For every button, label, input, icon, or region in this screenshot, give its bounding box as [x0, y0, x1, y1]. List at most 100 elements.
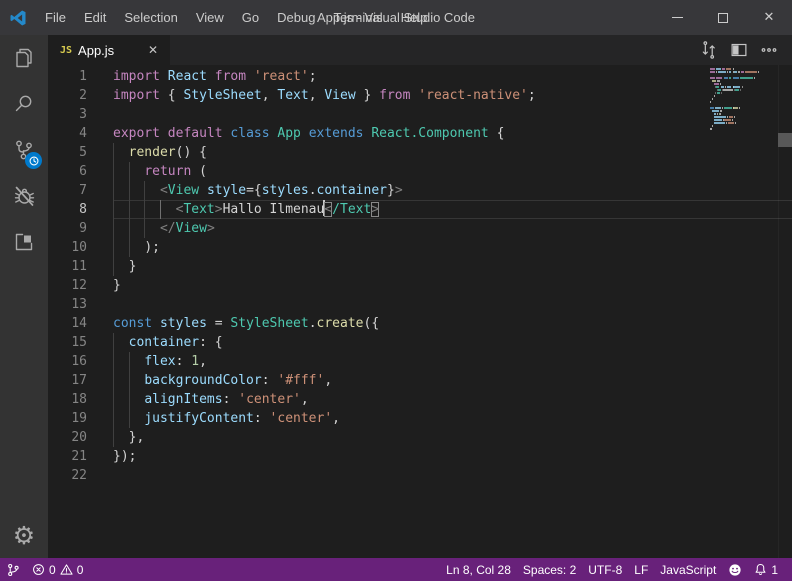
line-number-21[interactable]: 21 [48, 447, 113, 466]
line-number-3[interactable]: 3 [48, 105, 113, 124]
minimize-button[interactable] [654, 0, 700, 35]
code-line-10[interactable]: 10 ); [48, 238, 792, 257]
search-icon[interactable] [0, 81, 48, 127]
code-line-7[interactable]: 7 <View style={styles.container}> [48, 181, 792, 200]
line-number-17[interactable]: 17 [48, 371, 113, 390]
code-line-19[interactable]: 19 justifyContent: 'center', [48, 409, 792, 428]
notifications-bell-item[interactable]: 1 [748, 558, 784, 581]
line-number-11[interactable]: 11 [48, 257, 113, 276]
line-number-19[interactable]: 19 [48, 409, 113, 428]
problems-item[interactable]: 0 0 [26, 558, 89, 581]
indent-guide [113, 162, 114, 181]
line-number-7[interactable]: 7 [48, 181, 113, 200]
code-content-6: return ( [113, 162, 792, 181]
minimap-line-segment [714, 83, 719, 85]
code-line-8[interactable]: 8 <Text>Hallo Ilmenau</Text> [48, 200, 792, 219]
code-line-3[interactable]: 3 [48, 105, 792, 124]
indent-guide [160, 200, 161, 219]
code-line-16[interactable]: 16 flex: 1, [48, 352, 792, 371]
line-number-8[interactable]: 8 [48, 200, 113, 219]
debug-icon[interactable] [0, 173, 48, 219]
line-number-9[interactable]: 9 [48, 219, 113, 238]
line-number-5[interactable]: 5 [48, 143, 113, 162]
git-branch-item[interactable] [0, 558, 26, 581]
line-number-18[interactable]: 18 [48, 390, 113, 409]
line-number-20[interactable]: 20 [48, 428, 113, 447]
code-content-17: backgroundColor: '#fff', [113, 371, 792, 390]
code-content-8: <Text>Hallo Ilmenau</Text> [113, 200, 792, 219]
minimap-line-segment [727, 86, 731, 88]
indent-guide [129, 371, 130, 390]
menu-edit[interactable]: Edit [75, 0, 115, 35]
line-number-22[interactable]: 22 [48, 466, 113, 485]
indent-guide [129, 162, 130, 181]
open-changes-icon[interactable] [694, 35, 724, 65]
minimap-line-segment [712, 110, 719, 112]
minimap-line-segment [710, 101, 711, 103]
line-number-10[interactable]: 10 [48, 238, 113, 257]
line-number-13[interactable]: 13 [48, 295, 113, 314]
eol-item[interactable]: LF [628, 558, 654, 581]
code-line-4[interactable]: 4export default class App extends React.… [48, 124, 792, 143]
tab-close-icon[interactable]: ✕ [144, 41, 162, 59]
minimap-line-segment [733, 68, 734, 70]
menu-file[interactable]: File [36, 0, 75, 35]
maximize-button[interactable] [700, 0, 746, 35]
minimap-line-segment [720, 110, 722, 112]
extensions-icon[interactable] [0, 219, 48, 265]
code-editor[interactable]: 1import React from 'react';2import { Sty… [48, 65, 792, 558]
indent-guide [113, 428, 114, 447]
line-number-12[interactable]: 12 [48, 276, 113, 295]
code-line-13[interactable]: 13 [48, 295, 792, 314]
code-line-9[interactable]: 9 </View> [48, 219, 792, 238]
language-mode-item[interactable]: JavaScript [654, 558, 722, 581]
indent-guide [129, 219, 130, 238]
indent-guide [113, 219, 114, 238]
gear-icon[interactable]: ⚙ [0, 512, 48, 558]
line-number-1[interactable]: 1 [48, 67, 113, 86]
code-line-5[interactable]: 5 render() { [48, 143, 792, 162]
source-control-icon[interactable] [0, 127, 48, 173]
cursor-position-item[interactable]: Ln 8, Col 28 [440, 558, 517, 581]
code-line-11[interactable]: 11 } [48, 257, 792, 276]
minimap[interactable] [710, 68, 776, 148]
code-line-14[interactable]: 14const styles = StyleSheet.create({ [48, 314, 792, 333]
code-line-20[interactable]: 20 }, [48, 428, 792, 447]
code-line-17[interactable]: 17 backgroundColor: '#fff', [48, 371, 792, 390]
code-content-1: import React from 'react'; [113, 67, 792, 86]
code-line-1[interactable]: 1import React from 'react'; [48, 67, 792, 86]
minimap-line-segment [718, 71, 726, 73]
menu-go[interactable]: Go [233, 0, 268, 35]
code-line-18[interactable]: 18 alignItems: 'center', [48, 390, 792, 409]
menu-selection[interactable]: Selection [115, 0, 186, 35]
minimap-line-segment [735, 89, 739, 91]
feedback-smiley-icon[interactable] [722, 558, 748, 581]
code-content-13 [113, 295, 792, 314]
line-number-14[interactable]: 14 [48, 314, 113, 333]
tab-appjs[interactable]: JS App.js ✕ [48, 35, 170, 65]
line-number-4[interactable]: 4 [48, 124, 113, 143]
code-line-22[interactable]: 22 [48, 466, 792, 485]
minimap-line-segment [721, 92, 722, 94]
line-number-2[interactable]: 2 [48, 86, 113, 105]
line-number-16[interactable]: 16 [48, 352, 113, 371]
code-line-6[interactable]: 6 return ( [48, 162, 792, 181]
minimap-line-segment [735, 122, 736, 124]
indentation-item[interactable]: Spaces: 2 [517, 558, 582, 581]
more-actions-icon[interactable] [754, 35, 784, 65]
encoding-item[interactable]: UTF-8 [582, 558, 628, 581]
code-line-2[interactable]: 2import { StyleSheet, Text, View } from … [48, 86, 792, 105]
split-editor-icon[interactable] [724, 35, 754, 65]
close-button[interactable]: ✕ [746, 0, 792, 35]
code-line-15[interactable]: 15 container: { [48, 333, 792, 352]
minimap-line-segment [714, 113, 717, 115]
overview-ruler[interactable] [778, 65, 792, 558]
code-line-12[interactable]: 12} [48, 276, 792, 295]
minimap-line-segment [716, 86, 719, 88]
line-number-15[interactable]: 15 [48, 333, 113, 352]
minimap-line-segment [715, 107, 720, 109]
code-line-21[interactable]: 21}); [48, 447, 792, 466]
explorer-icon[interactable] [0, 35, 48, 81]
menu-view[interactable]: View [187, 0, 233, 35]
line-number-6[interactable]: 6 [48, 162, 113, 181]
